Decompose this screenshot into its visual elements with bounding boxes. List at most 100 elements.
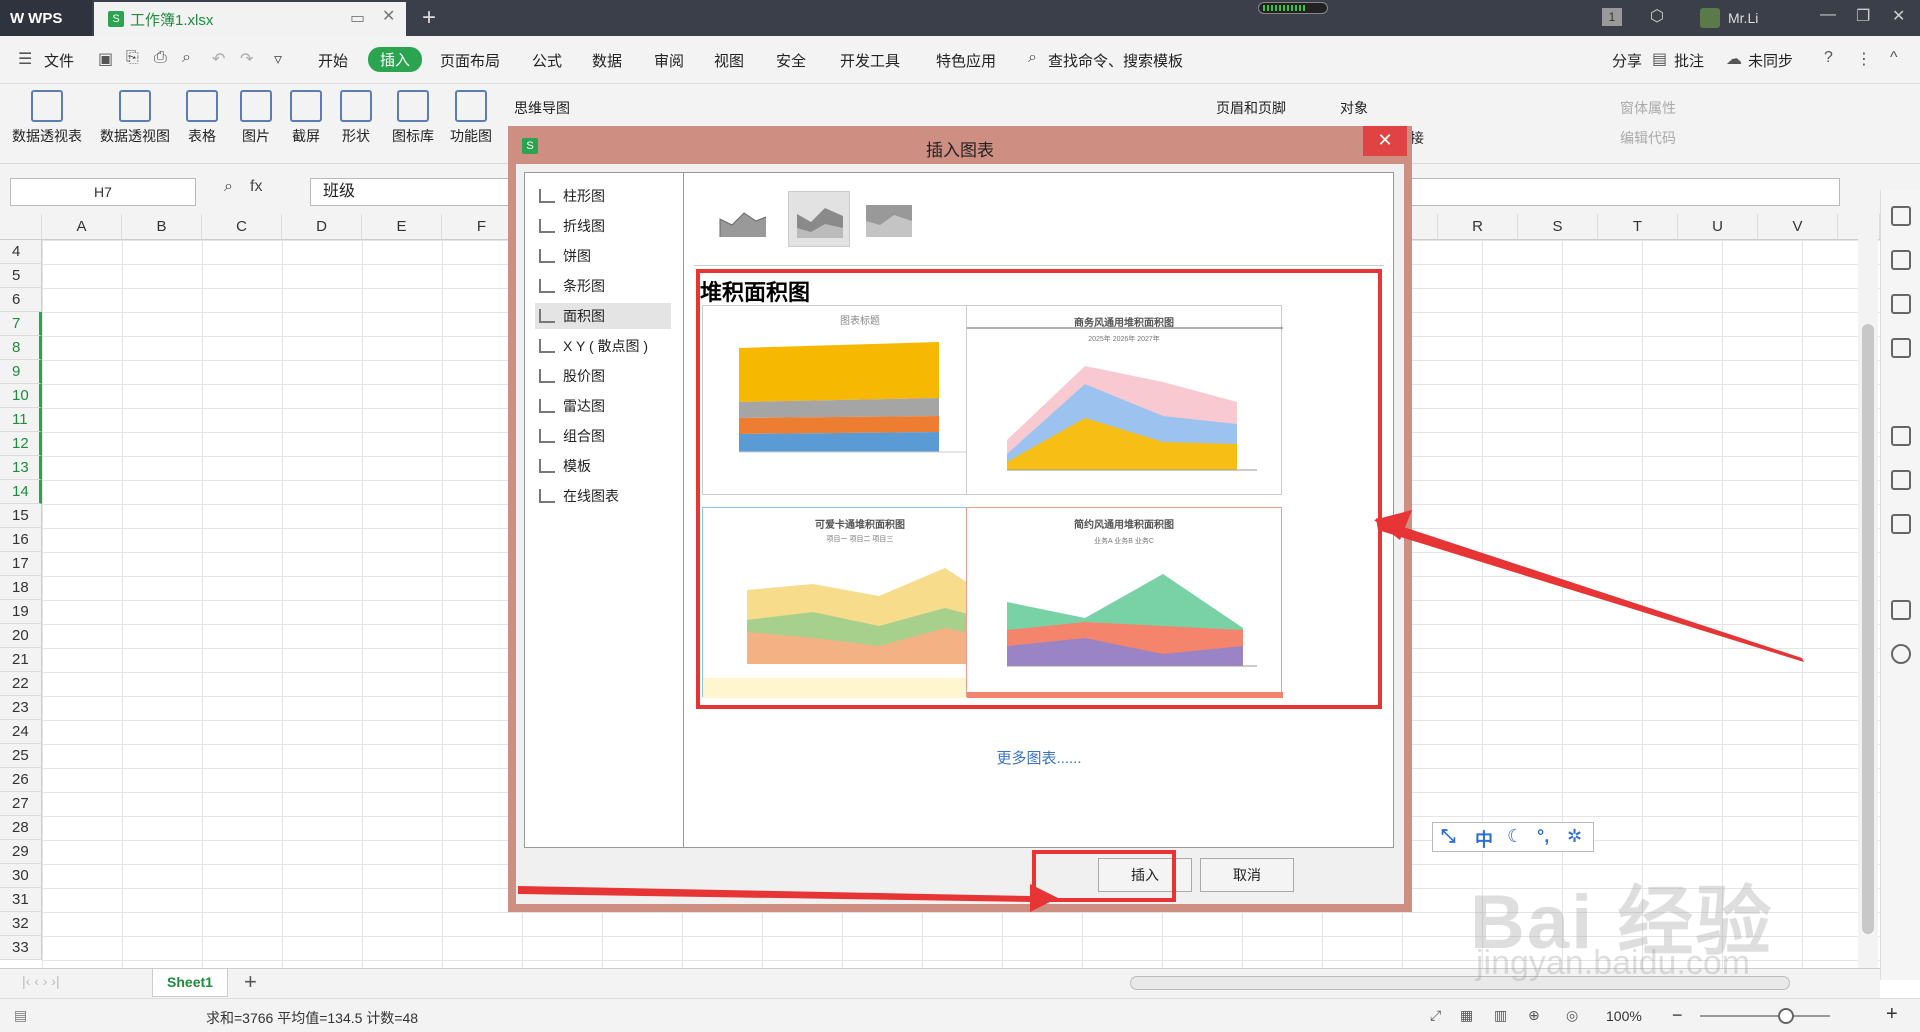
chart-category-item[interactable]: X Y ( 散点图 ) <box>535 333 671 359</box>
row-header[interactable]: 29 <box>0 840 42 864</box>
share-button[interactable]: 分享 <box>1612 50 1642 71</box>
ime-toolbar[interactable]: ⤡ 中 ☾ °, ✲ <box>1432 822 1594 852</box>
row-header[interactable]: 30 <box>0 864 42 888</box>
row-header[interactable]: 18 <box>0 576 42 600</box>
help-circle-icon[interactable] <box>1891 644 1911 664</box>
moon-icon[interactable]: ☾ <box>1507 826 1523 847</box>
zoom-in-icon[interactable]: + <box>1886 1003 1898 1026</box>
menu-developer[interactable]: 开发工具 <box>840 50 900 71</box>
row-header[interactable]: 13 <box>0 456 42 480</box>
menu-security[interactable]: 安全 <box>776 50 806 71</box>
subtype-area[interactable] <box>712 191 774 247</box>
chart-category-item[interactable]: 在线图表 <box>535 483 671 509</box>
name-box[interactable]: H7 <box>10 178 196 206</box>
dialog-close-button[interactable]: ✕ <box>1363 126 1407 156</box>
row-header[interactable]: 33 <box>0 936 42 960</box>
skin-icon[interactable]: ⬡ <box>1650 6 1664 26</box>
chart-category-item[interactable]: 雷达图 <box>535 393 671 419</box>
minimize-icon[interactable]: — <box>1820 6 1836 24</box>
print-icon[interactable]: ⎙ <box>154 49 167 67</box>
subtype-stacked-area[interactable] <box>788 191 850 247</box>
zoom-level[interactable]: 100% <box>1606 1008 1642 1024</box>
chart-category-item[interactable]: 模板 <box>535 453 671 479</box>
row-header[interactable]: 16 <box>0 528 42 552</box>
chart-category-item[interactable]: 折线图 <box>535 213 671 239</box>
add-sheet-button[interactable]: + <box>244 969 257 995</box>
image-icon[interactable] <box>1891 514 1911 534</box>
more-quick-icon[interactable]: ▿ <box>274 49 282 69</box>
gear-icon[interactable]: ✲ <box>1567 826 1582 847</box>
column-header[interactable]: R <box>1438 214 1518 240</box>
header-footer-button[interactable]: 页眉和页脚 <box>1216 98 1286 118</box>
row-header[interactable]: 5 <box>0 264 42 288</box>
print-preview-icon[interactable]: ⌕ <box>182 49 191 67</box>
comment-button[interactable]: 批注 <box>1674 50 1704 71</box>
shape-style-icon[interactable] <box>1891 250 1911 270</box>
wps-home-tab[interactable]: W WPS <box>0 0 92 36</box>
ime-mode[interactable]: 中 <box>1475 826 1493 852</box>
chart-category-item[interactable]: 面积图 <box>535 303 671 329</box>
template-card-business[interactable]: 商务风通用堆积面积图 2025年 2026年 2027年 <box>966 305 1283 495</box>
tab-pin-icon[interactable]: ▭ <box>350 8 365 28</box>
subtype-percent-area[interactable] <box>858 191 920 247</box>
fill-icon[interactable] <box>1891 294 1911 314</box>
history-icon[interactable] <box>1891 600 1911 620</box>
scroll-thumb[interactable] <box>1862 324 1874 934</box>
chart-category-item[interactable]: 饼图 <box>535 243 671 269</box>
sheet-nav-first-icon[interactable]: |‹ ‹ › ›| <box>22 973 60 989</box>
page-badge[interactable]: 1 <box>1602 8 1622 26</box>
row-header[interactable]: 23 <box>0 696 42 720</box>
column-header[interactable]: V <box>1758 214 1838 240</box>
mind-map-button[interactable]: 思维导图 <box>514 98 570 118</box>
fullscreen-icon[interactable]: ⤢ <box>1430 1007 1441 1024</box>
layers-icon[interactable] <box>1891 426 1911 446</box>
column-header[interactable]: U <box>1678 214 1758 240</box>
menu-file[interactable]: 文件 <box>44 50 74 71</box>
save-icon[interactable]: ▣ <box>98 49 113 69</box>
menu-view[interactable]: 视图 <box>714 50 744 71</box>
row-header[interactable]: 8 <box>0 336 42 360</box>
format-painter-icon[interactable]: ⎘ <box>126 49 139 67</box>
undo-icon[interactable]: ↶ <box>212 49 225 69</box>
column-header[interactable]: A <box>42 214 122 240</box>
shapes-button[interactable]: 形状 <box>340 90 372 146</box>
form-properties-button[interactable]: 窗体属性 <box>1620 98 1676 118</box>
row-header[interactable]: 7 <box>0 312 42 336</box>
zoom-icon[interactable]: ⌕ <box>224 178 233 196</box>
row-header[interactable]: 4 <box>0 240 42 264</box>
file-tab[interactable]: S 工作簿1.xlsx ▭ ✕ <box>94 2 406 36</box>
punctuation-icon[interactable]: °, <box>1537 826 1549 847</box>
chart-category-item[interactable]: 柱形图 <box>535 183 671 209</box>
chart-category-item[interactable]: 条形图 <box>535 273 671 299</box>
vertical-scrollbar[interactable] <box>1858 214 1878 968</box>
more-charts-link[interactable]: 更多图表...... <box>684 747 1394 768</box>
object-button[interactable]: 对象 <box>1340 98 1368 118</box>
row-header[interactable]: 19 <box>0 600 42 624</box>
sync-button[interactable]: 未同步 <box>1748 50 1793 71</box>
zoom-slider-handle[interactable] <box>1778 1008 1794 1024</box>
sheet-tab[interactable]: Sheet1 <box>152 969 228 997</box>
more-icon[interactable]: ⋮ <box>1856 49 1872 69</box>
edit-code-button[interactable]: 编辑代码 <box>1620 128 1676 148</box>
row-header[interactable]: 11 <box>0 408 42 432</box>
menu-formulas[interactable]: 公式 <box>532 50 562 71</box>
fx-icon[interactable]: fx <box>250 178 262 196</box>
row-header[interactable]: 32 <box>0 912 42 936</box>
pivot-table-button[interactable]: 数据透视表 <box>12 90 82 146</box>
menu-page-layout[interactable]: 页面布局 <box>440 50 500 71</box>
menu-home[interactable]: 开始 <box>318 50 348 71</box>
tab-close-icon[interactable]: ✕ <box>382 6 395 26</box>
zoom-out-icon[interactable]: − <box>1672 1005 1683 1026</box>
zoom-slider[interactable] <box>1700 1015 1830 1017</box>
normal-view-icon[interactable]: ▦ <box>1460 1007 1473 1024</box>
screenshot-button[interactable]: 截屏 <box>290 90 322 146</box>
column-header[interactable]: S <box>1518 214 1598 240</box>
row-header[interactable]: 27 <box>0 792 42 816</box>
template-card-simple[interactable]: 简约风通用堆积面积图 业务A 业务B 业务C <box>966 507 1283 698</box>
new-tab-button[interactable]: + <box>422 4 436 32</box>
row-header[interactable]: 25 <box>0 744 42 768</box>
table-style-icon[interactable] <box>1891 338 1911 358</box>
command-search[interactable]: 查找命令、搜索模板 <box>1048 50 1183 71</box>
row-header[interactable]: 6 <box>0 288 42 312</box>
column-header[interactable]: E <box>362 214 442 240</box>
